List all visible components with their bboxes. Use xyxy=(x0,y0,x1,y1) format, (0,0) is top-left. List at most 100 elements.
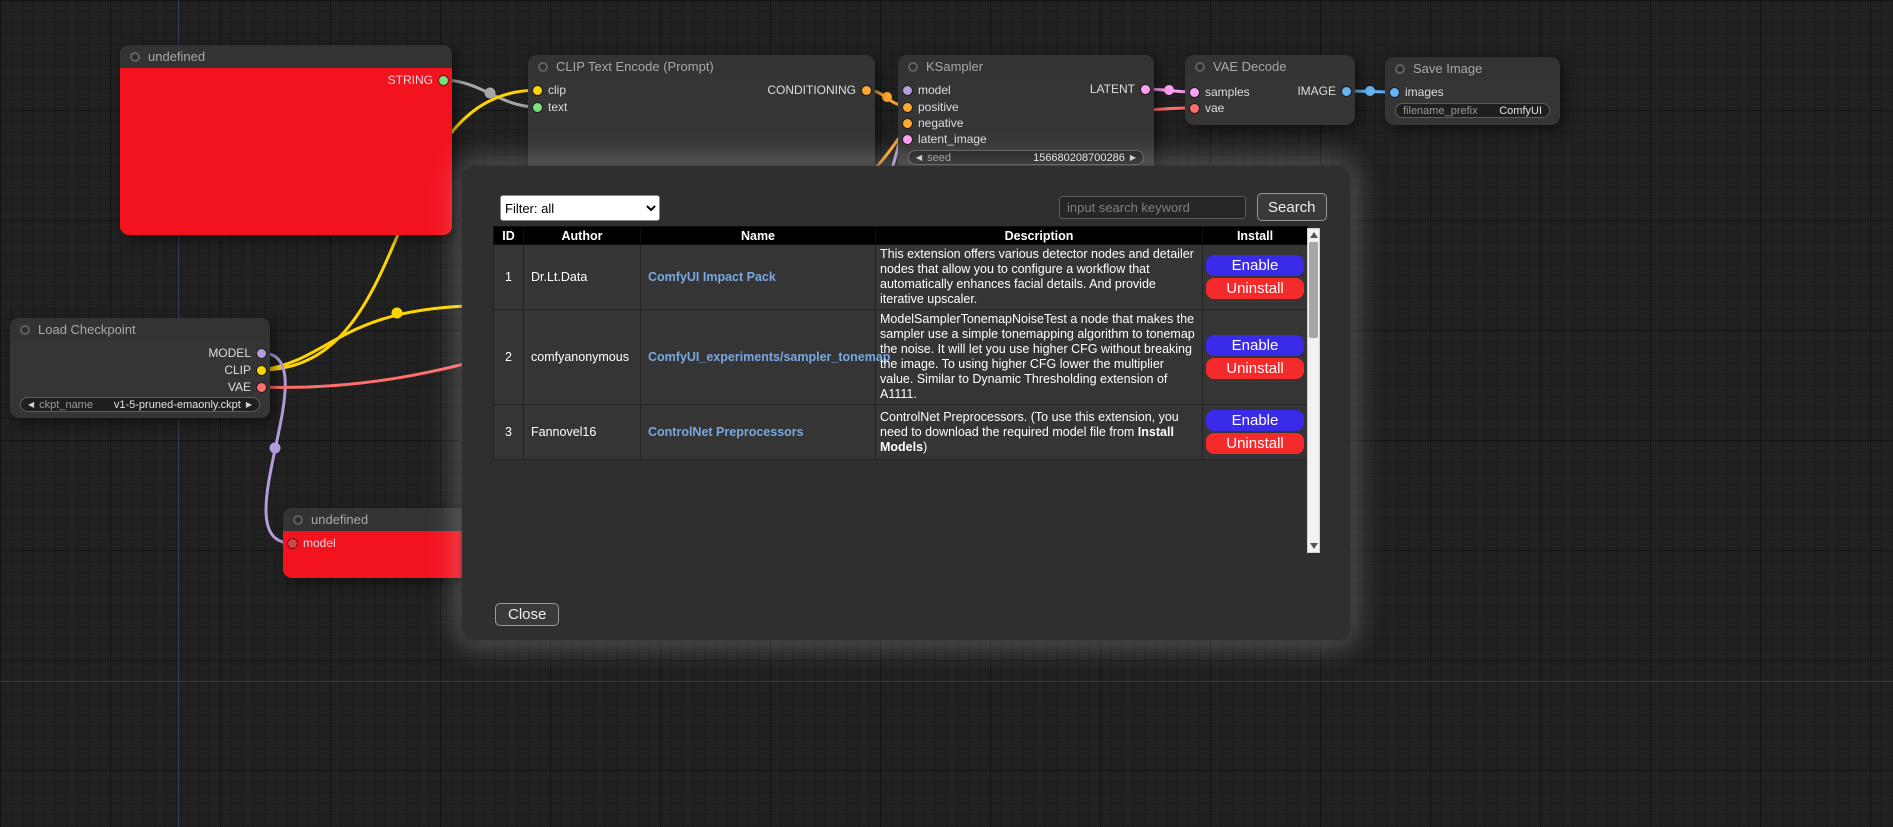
slot-dot[interactable] xyxy=(288,539,297,548)
search-input[interactable] xyxy=(1059,196,1246,219)
widget-next-icon[interactable]: ▶ xyxy=(246,401,252,409)
collapse-dot-icon[interactable] xyxy=(130,52,140,62)
collapse-dot-icon[interactable] xyxy=(1395,64,1405,74)
extension-row: 1 Dr.Lt.Data ComfyUI Impact Pack This ex… xyxy=(494,245,1308,310)
uninstall-button[interactable]: Uninstall xyxy=(1206,433,1304,454)
widget-name: ckpt_name xyxy=(39,399,93,411)
node-title: undefined xyxy=(148,49,205,64)
widget-increment-icon[interactable]: ▶ xyxy=(1130,154,1136,162)
slot-dot[interactable] xyxy=(1390,88,1399,97)
widget-prev-icon[interactable]: ◀ xyxy=(28,401,34,409)
node-save-image[interactable]: Save Image images filename_prefix ComfyU… xyxy=(1385,57,1560,125)
slot-dot[interactable] xyxy=(257,366,266,375)
slot-label: model xyxy=(303,536,336,550)
column-header: Description xyxy=(876,227,1203,245)
node-title-bar[interactable]: CLIP Text Encode (Prompt) xyxy=(528,55,875,78)
output-slot-latent[interactable]: LATENT xyxy=(1090,83,1150,95)
output-slot-model[interactable]: MODEL xyxy=(208,347,266,359)
input-slot-latent-image[interactable]: latent_image xyxy=(903,133,987,145)
extension-row: 2 comfyanonymous ComfyUI_experiments/sam… xyxy=(494,310,1308,405)
slot-dot[interactable] xyxy=(439,76,448,85)
output-slot-conditioning[interactable]: CONDITIONING xyxy=(767,84,871,96)
slot-dot[interactable] xyxy=(903,119,912,128)
cell-install: Enable Uninstall xyxy=(1203,405,1308,460)
slot-dot[interactable] xyxy=(533,86,542,95)
input-slot-model[interactable]: model xyxy=(288,537,336,549)
cell-install: Enable Uninstall xyxy=(1203,245,1308,310)
slot-dot[interactable] xyxy=(1141,85,1150,94)
slot-label: VAE xyxy=(228,380,251,394)
canvas-axis-horizontal xyxy=(0,681,1893,682)
uninstall-button[interactable]: Uninstall xyxy=(1206,278,1304,299)
node-title-bar[interactable]: VAE Decode xyxy=(1185,55,1355,78)
collapse-dot-icon[interactable] xyxy=(538,62,548,72)
widget-name: seed xyxy=(927,152,951,164)
input-slot-negative[interactable]: negative xyxy=(903,117,963,129)
ckpt-name-widget[interactable]: ◀ ckpt_name v1-5-pruned-emaonly.ckpt ▶ xyxy=(20,397,260,412)
extension-manager-dialog: Filter: all Search IDAuthorNameDescripti… xyxy=(462,166,1350,640)
collapse-dot-icon[interactable] xyxy=(1195,62,1205,72)
slot-dot[interactable] xyxy=(903,86,912,95)
output-slot-image[interactable]: IMAGE xyxy=(1297,85,1351,97)
slot-dot[interactable] xyxy=(903,135,912,144)
search-button[interactable]: Search xyxy=(1257,193,1327,221)
slot-dot[interactable] xyxy=(903,103,912,112)
slot-dot[interactable] xyxy=(1342,87,1351,96)
filter-dropdown[interactable]: Filter: all xyxy=(500,195,660,221)
slot-dot[interactable] xyxy=(862,86,871,95)
slot-label: positive xyxy=(918,100,959,114)
extension-link[interactable]: ControlNet Preprocessors xyxy=(648,425,804,439)
cell-description: This extension offers various detector n… xyxy=(876,245,1203,310)
uninstall-button[interactable]: Uninstall xyxy=(1206,358,1304,379)
scrollbar-down-icon[interactable] xyxy=(1308,540,1319,552)
node-title-bar[interactable]: Save Image xyxy=(1385,57,1560,80)
slot-label: CLIP xyxy=(224,363,251,377)
input-slot-clip[interactable]: clip xyxy=(533,84,566,96)
node-title-bar[interactable]: undefined xyxy=(120,45,452,68)
input-slot-images[interactable]: images xyxy=(1390,86,1444,98)
close-button[interactable]: Close xyxy=(495,603,559,626)
node-title: Load Checkpoint xyxy=(38,322,136,337)
enable-button[interactable]: Enable xyxy=(1206,335,1304,356)
table-scrollbar[interactable] xyxy=(1307,228,1320,553)
cell-author: Dr.Lt.Data xyxy=(524,245,641,310)
input-slot-model[interactable]: model xyxy=(903,84,951,96)
column-header: ID xyxy=(494,227,524,245)
seed-widget[interactable]: ◀ seed 156680208700286 ▶ xyxy=(908,150,1144,165)
widget-decrement-icon[interactable]: ◀ xyxy=(916,154,922,162)
node-undefined-top[interactable]: undefined STRING xyxy=(120,45,452,235)
enable-button[interactable]: Enable xyxy=(1206,255,1304,276)
cell-description: ModelSamplerTonemapNoiseTest a node that… xyxy=(876,310,1203,405)
collapse-dot-icon[interactable] xyxy=(908,62,918,72)
input-slot-samples[interactable]: samples xyxy=(1190,86,1250,98)
slot-dot[interactable] xyxy=(257,383,266,392)
input-slot-vae[interactable]: vae xyxy=(1190,102,1224,114)
input-slot-text[interactable]: text xyxy=(533,101,567,113)
extension-table: IDAuthorNameDescriptionInstall 1 Dr.Lt.D… xyxy=(493,226,1307,460)
slot-dot[interactable] xyxy=(1190,88,1199,97)
output-slot-string[interactable]: STRING xyxy=(388,74,448,86)
node-title-bar[interactable]: KSampler xyxy=(898,55,1154,78)
slot-dot[interactable] xyxy=(1190,104,1199,113)
node-vae-decode[interactable]: VAE Decode samples vae IMAGE xyxy=(1185,55,1355,125)
slot-label: latent_image xyxy=(918,132,987,146)
scrollbar-up-icon[interactable] xyxy=(1308,229,1319,241)
enable-button[interactable]: Enable xyxy=(1206,410,1304,431)
extension-link[interactable]: ComfyUI Impact Pack xyxy=(648,270,776,284)
output-slot-clip[interactable]: CLIP xyxy=(224,364,266,376)
extension-table-body: 1 Dr.Lt.Data ComfyUI Impact Pack This ex… xyxy=(494,245,1308,460)
slot-dot[interactable] xyxy=(533,103,542,112)
slot-dot[interactable] xyxy=(257,349,266,358)
collapse-dot-icon[interactable] xyxy=(293,515,303,525)
collapse-dot-icon[interactable] xyxy=(20,325,30,335)
widget-value: ComfyUI xyxy=(1499,105,1542,117)
node-title: undefined xyxy=(311,512,368,527)
extension-link[interactable]: ComfyUI_experiments/sampler_tonemap xyxy=(648,350,890,364)
node-title-bar[interactable]: Load Checkpoint xyxy=(10,318,270,341)
node-load-checkpoint[interactable]: Load Checkpoint MODEL CLIP VAE ◀ ckpt_na… xyxy=(10,318,270,418)
output-slot-vae[interactable]: VAE xyxy=(228,381,266,393)
scrollbar-thumb[interactable] xyxy=(1309,242,1318,338)
filename-prefix-widget[interactable]: filename_prefix ComfyUI xyxy=(1395,103,1550,118)
input-slot-positive[interactable]: positive xyxy=(903,101,959,113)
slot-label: negative xyxy=(918,116,963,130)
